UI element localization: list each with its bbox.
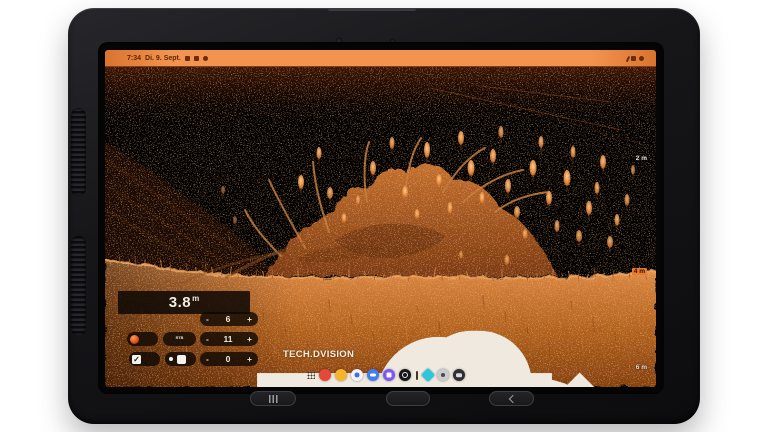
- left-grip-texture: [71, 108, 86, 196]
- gain-adjuster: - 6 +: [200, 312, 258, 326]
- app-icon-red[interactable]: [319, 369, 331, 381]
- depth-readout: 3.8 m: [118, 291, 250, 314]
- app-icon-store[interactable]: [383, 369, 395, 381]
- back-button[interactable]: [489, 391, 534, 406]
- rtb-target-icon[interactable]: RTB: [176, 337, 184, 341]
- notification-icon: [194, 56, 199, 61]
- grid-toggle[interactable]: ✓: [129, 352, 160, 366]
- depth-marker-2m: 2 m: [636, 155, 647, 162]
- status-bar-right: [627, 50, 645, 67]
- app-icon-blue[interactable]: [367, 369, 379, 381]
- watermark: TECH.DVISION: [283, 349, 354, 360]
- left-grip-texture: [71, 236, 86, 336]
- app-icon-browser[interactable]: [351, 369, 363, 381]
- palette-selector[interactable]: [127, 332, 158, 346]
- home-button[interactable]: [386, 391, 430, 406]
- bottom-color-toggle[interactable]: [165, 352, 196, 366]
- rugged-tablet-body: 7:34 Di. 9. Sept. 2 m 4 m 6 m 3.8 m: [68, 8, 700, 424]
- taskbar: [307, 368, 465, 382]
- depth-unit: m: [192, 294, 199, 303]
- top-edge-button[interactable]: [328, 8, 416, 11]
- stage: 7:34 Di. 9. Sept. 2 m 4 m 6 m 3.8 m: [0, 0, 768, 432]
- depth-value: 3.8: [169, 294, 191, 311]
- battery-icon: [639, 56, 644, 61]
- depth-marker-4m: 4 m: [632, 268, 647, 275]
- keyboard-icon[interactable]: [453, 369, 465, 381]
- taskbar-divider: [416, 371, 418, 380]
- app-drawer-icon[interactable]: [307, 371, 315, 379]
- notification-icon: [203, 56, 208, 61]
- dot-icon: [169, 357, 173, 361]
- app-icon-gem[interactable]: [420, 368, 434, 382]
- back-chevron-icon: [508, 394, 516, 402]
- recents-icon: [269, 395, 278, 403]
- clock: 7:34: [127, 55, 141, 62]
- sonar-display[interactable]: 7:34 Di. 9. Sept. 2 m 4 m 6 m 3.8 m: [105, 50, 656, 387]
- pen-icon: [625, 55, 629, 61]
- date: Di. 9. Sept.: [145, 55, 181, 62]
- app-icon-camera[interactable]: [399, 369, 411, 381]
- recents-button[interactable]: [250, 391, 296, 406]
- status-bar: 7:34 Di. 9. Sept.: [105, 50, 656, 67]
- app-icon-settings[interactable]: [437, 369, 449, 381]
- view-mode-selector[interactable]: RTB: [163, 332, 196, 346]
- notification-icon: [185, 56, 190, 61]
- white-swatch[interactable]: [177, 355, 186, 364]
- app-icon-yellow[interactable]: [335, 369, 347, 381]
- wifi-icon: [631, 56, 636, 61]
